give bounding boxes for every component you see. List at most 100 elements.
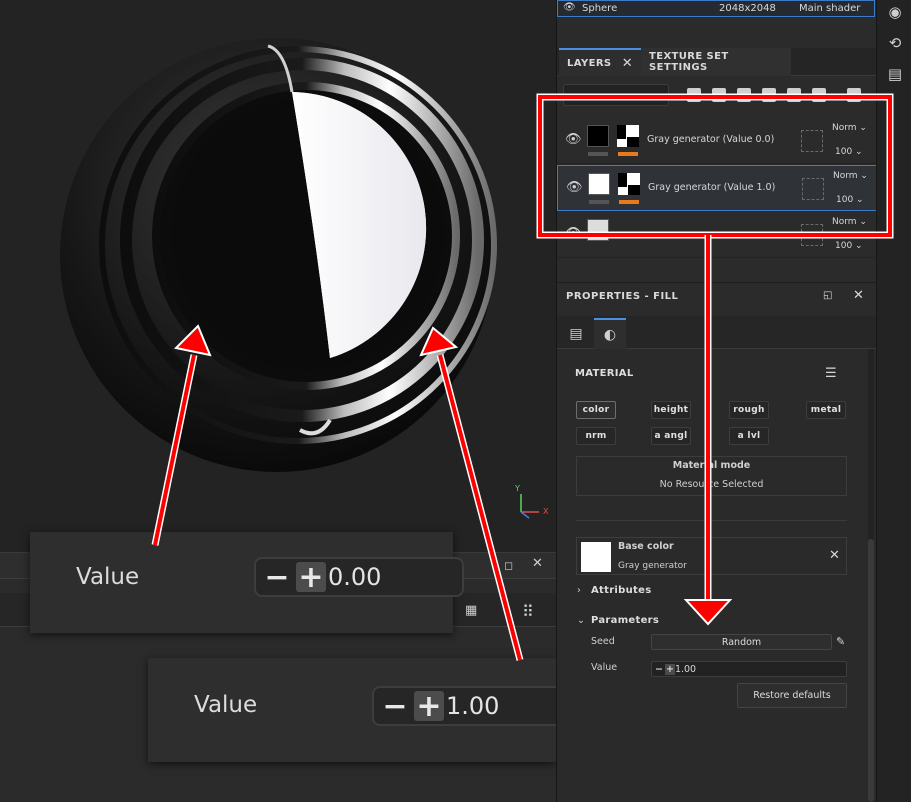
material-preview-sphere — [60, 38, 497, 472]
brush-icon[interactable] — [737, 88, 751, 102]
seed-label: Seed — [591, 636, 615, 647]
mask-underline — [618, 152, 638, 156]
fill-settings-tab-icon[interactable]: ▤ — [560, 318, 592, 349]
tab-texture-set-settings[interactable]: TEXTURE SET SETTINGS — [641, 48, 791, 76]
layer-name: Gray generator (Value 0.0) — [647, 134, 775, 145]
layer-thumbnail — [587, 219, 609, 241]
eye-icon[interactable]: 👁 — [565, 132, 582, 147]
material-section-title: MATERIAL — [575, 368, 634, 379]
value-field[interactable]: − + 1.00 — [651, 661, 847, 677]
tab-layers-label: LAYERS — [567, 57, 612, 69]
layer-opacity[interactable]: 100 ⌄ — [835, 147, 863, 157]
close-icon[interactable]: ✕ — [532, 556, 543, 571]
channel-nrm-button[interactable]: nrm — [576, 427, 616, 445]
close-icon[interactable]: ✕ — [853, 288, 864, 303]
base-color-label: Base color — [618, 541, 674, 552]
layer-toolbar — [557, 78, 877, 114]
seed-random-button[interactable]: Random — [651, 634, 832, 650]
history-icon[interactable]: ⟲ — [886, 34, 904, 52]
layer-mask-thumbnail — [618, 173, 640, 195]
base-color-box[interactable]: Base color Gray generator ✕ — [576, 537, 847, 575]
material-mode-label: Material mode — [672, 460, 751, 471]
channel-ambient-level-button[interactable]: a lvl — [729, 427, 769, 445]
right-icon-strip: ◉ ⟲ ▤ — [876, 0, 911, 802]
channel-ambient-angle-button[interactable]: a angl — [651, 427, 691, 445]
base-color-swatch[interactable] — [581, 542, 611, 572]
effect-icon[interactable] — [787, 88, 801, 102]
shader-settings-icon[interactable]: ◉ — [886, 3, 904, 21]
layer-opacity[interactable]: 100 ⌄ — [835, 241, 863, 251]
channel-height-button[interactable]: height — [651, 401, 691, 419]
mask-slot[interactable] — [802, 178, 824, 200]
texture-set-name: Sphere — [582, 3, 618, 14]
divider — [576, 520, 847, 521]
axis-label-y: Y — [515, 484, 520, 493]
plus-icon: + — [296, 560, 326, 595]
layer-row[interactable]: 👁 Gray generator (Value 0.0) Norm ⌄ 100 … — [557, 118, 877, 164]
plus-icon[interactable]: + — [664, 663, 675, 675]
eye-icon[interactable]: 👁 — [563, 2, 576, 13]
blend-mode-dropdown[interactable]: Norm ⌄ — [833, 171, 868, 181]
callout-value-label: Value — [76, 564, 140, 590]
callout-value-label: Value — [194, 692, 258, 718]
scrollbar[interactable] — [868, 349, 874, 802]
parameters-section[interactable]: Parameters — [591, 615, 659, 626]
eye-icon[interactable]: 👁 — [565, 226, 582, 241]
close-icon[interactable]: ✕ — [829, 548, 840, 563]
chevron-down-icon[interactable]: ⌄ — [577, 615, 585, 626]
callout-value: 1.00 — [446, 692, 500, 720]
axis-label-x: X — [543, 507, 549, 516]
add-mask-icon[interactable] — [762, 88, 776, 102]
layer-row[interactable]: 👁 Norm ⌄ 100 ⌄ — [557, 212, 877, 258]
thumbnail-underline — [589, 200, 609, 204]
channel-metal-button[interactable]: metal — [806, 401, 846, 419]
value-callout-one: Value − + 1.00 — [148, 658, 556, 762]
add-fill-icon[interactable] — [712, 88, 726, 102]
blend-mode-dropdown[interactable]: Norm ⌄ — [832, 217, 867, 227]
plus-icon: + — [414, 689, 444, 724]
mask-slot[interactable] — [801, 224, 823, 246]
layer-thumbnail — [588, 173, 610, 195]
log-icon[interactable]: ▤ — [886, 65, 904, 83]
layer-opacity[interactable]: 100 ⌄ — [836, 195, 864, 205]
image-icon[interactable]: ▦ — [465, 603, 477, 618]
channel-rough-button[interactable]: rough — [729, 401, 769, 419]
restore-defaults-button[interactable]: Restore defaults — [737, 683, 847, 708]
delete-icon[interactable] — [847, 88, 861, 102]
texture-set-row[interactable]: 👁 Sphere 2048x2048 Main shader — [557, 0, 875, 17]
list-menu-icon[interactable]: ☰ — [825, 366, 837, 381]
material-tab-icon[interactable]: ◐ — [594, 318, 626, 349]
mask-underline — [619, 200, 639, 204]
minus-icon: − — [382, 688, 408, 724]
channel-color-button[interactable]: color — [576, 401, 616, 419]
material-mode-box[interactable]: Material mode No Resource Selected — [576, 456, 847, 496]
value-number: 1.00 — [674, 663, 697, 675]
texture-set-shader: Main shader — [799, 3, 861, 14]
pencil-icon[interactable]: ✎ — [836, 635, 845, 648]
mask-slot[interactable] — [801, 130, 823, 152]
chevron-right-icon[interactable]: › — [577, 585, 581, 596]
callout-value: 0.00 — [328, 563, 382, 591]
minus-icon: − — [264, 559, 290, 595]
layer-search-input[interactable] — [563, 84, 669, 106]
popout-icon[interactable]: ◱ — [823, 290, 833, 301]
base-color-source: Gray generator — [618, 561, 687, 571]
add-layer-icon[interactable] — [687, 88, 701, 102]
eye-icon[interactable]: 👁 — [566, 180, 583, 195]
thumbnail-underline — [588, 152, 608, 156]
blend-mode-dropdown[interactable]: Norm ⌄ — [832, 123, 867, 133]
properties-title: PROPERTIES - FILL — [566, 291, 679, 302]
minus-icon[interactable]: − — [655, 664, 663, 675]
layer-mask-thumbnail — [617, 125, 639, 147]
grid-view-icon[interactable]: ⠿ — [522, 602, 534, 621]
3d-viewport[interactable]: Y X ◻ ✕ ▦ ⠿ Value − + 0.00 Value − + 1.0… — [0, 0, 556, 802]
attributes-section[interactable]: Attributes — [591, 585, 651, 596]
value-callout-zero: Value − + 0.00 — [30, 532, 464, 633]
layer-row-selected[interactable]: 👁 Gray generator (Value 1.0) Norm ⌄ 100 … — [557, 165, 877, 211]
folder-icon[interactable] — [812, 88, 826, 102]
scrollbar-thumb[interactable] — [868, 539, 874, 802]
close-icon[interactable]: ✕ — [622, 56, 633, 71]
tab-layers[interactable]: LAYERS ✕ — [559, 48, 641, 76]
properties-tabbar: ▤ ◐ — [557, 316, 877, 349]
maximize-icon[interactable]: ◻ — [504, 559, 513, 572]
